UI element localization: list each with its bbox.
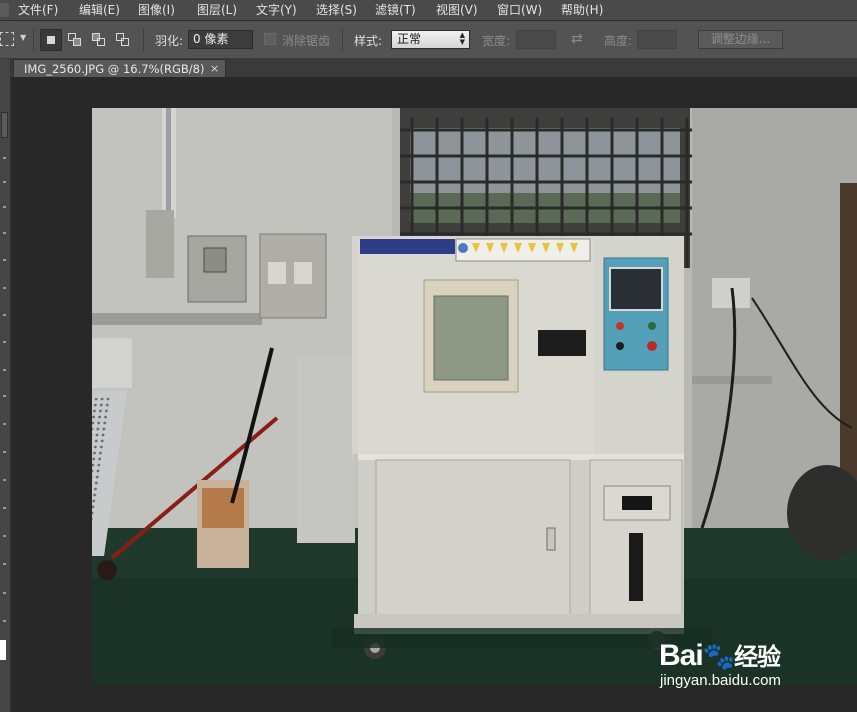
antialias-checkbox[interactable] <box>264 33 276 45</box>
height-input[interactable] <box>637 30 677 49</box>
watermark-brand-right: 经验 <box>734 644 781 671</box>
tool-button[interactable] <box>3 535 6 537</box>
tool-button[interactable] <box>3 259 6 261</box>
width-label: 宽度: <box>482 34 511 48</box>
document-tab[interactable]: IMG_2560.JPG @ 16.7%(RGB/8) × <box>13 59 226 77</box>
menu-help[interactable]: 帮助(H) <box>561 2 603 18</box>
tool-button[interactable] <box>3 369 6 371</box>
tool-button[interactable] <box>3 287 6 289</box>
menu-select[interactable]: 选择(S) <box>316 2 357 18</box>
tool-button[interactable] <box>3 314 6 316</box>
divider <box>33 29 34 51</box>
tools-panel <box>0 59 11 712</box>
subtract-selection-icon <box>92 33 106 47</box>
menu-file[interactable]: 文件(F) <box>18 2 58 18</box>
document-image[interactable] <box>92 108 857 685</box>
tool-button[interactable] <box>3 479 6 481</box>
intersect-selection-icon <box>116 33 130 47</box>
style-select-value: 正常 <box>397 32 422 46</box>
divider <box>342 29 343 51</box>
new-selection-icon <box>45 34 57 46</box>
paw-icon: 🐾 <box>702 641 735 671</box>
height-label: 高度: <box>604 34 633 48</box>
add-to-selection-button[interactable] <box>64 29 86 51</box>
style-label: 样式: <box>354 34 383 48</box>
document-tab-title: IMG_2560.JPG @ 16.7%(RGB/8) <box>24 62 205 76</box>
tool-button[interactable] <box>3 620 6 622</box>
menu-type[interactable]: 文字(Y) <box>256 2 297 18</box>
tool-button[interactable] <box>3 423 6 425</box>
menu-window[interactable]: 窗口(W) <box>497 2 542 18</box>
feather-label: 羽化: <box>155 34 184 48</box>
tool-button[interactable] <box>3 592 6 594</box>
watermark-url: jingyan.baidu.com <box>660 672 781 689</box>
updown-arrows-icon: ▲ ▼ <box>459 31 465 46</box>
tool-button[interactable] <box>3 395 6 397</box>
new-selection-button[interactable] <box>40 29 62 51</box>
feather-input[interactable]: 0 像素 <box>188 30 253 49</box>
canvas-area[interactable]: Bai🐾经验 jingyan.baidu.com <box>11 77 857 712</box>
app-logo-icon[interactable] <box>0 3 9 17</box>
tool-button[interactable] <box>1 112 8 138</box>
tool-button[interactable] <box>3 181 6 183</box>
tool-button[interactable] <box>3 157 6 159</box>
document-tab-bar: IMG_2560.JPG @ 16.7%(RGB/8) × <box>11 59 857 77</box>
tool-button[interactable] <box>3 563 6 565</box>
menu-bar: 文件(F) 编辑(E) 图像(I) 图层(L) 文字(Y) 选择(S) 滤镜(T… <box>0 0 857 21</box>
intersect-selection-button[interactable] <box>112 29 134 51</box>
foreground-color-swatch[interactable] <box>0 640 6 660</box>
close-icon[interactable]: × <box>210 61 219 77</box>
menu-edit[interactable]: 编辑(E) <box>79 2 120 18</box>
watermark-brand: Bai🐾经验 <box>659 637 781 673</box>
style-select[interactable]: 正常 ▲ ▼ <box>391 30 470 49</box>
menu-filter[interactable]: 滤镜(T) <box>375 2 416 18</box>
swap-width-height-icon[interactable]: ⇄ <box>571 31 583 47</box>
refine-edge-button[interactable]: 调整边缘... <box>698 30 783 49</box>
divider <box>143 29 144 51</box>
menu-image[interactable]: 图像(I) <box>138 2 175 18</box>
options-bar: ▼ 羽化: 0 像素 消除锯齿 样式: 正常 ▲ ▼ 宽度: ⇄ 高度: 调整边缘… <box>0 21 857 59</box>
antialias-label: 消除锯齿 <box>282 34 331 48</box>
width-input[interactable] <box>516 30 556 49</box>
add-selection-icon <box>68 33 82 47</box>
tool-button[interactable] <box>3 232 6 234</box>
menu-view[interactable]: 视图(V) <box>436 2 478 18</box>
tool-button[interactable] <box>3 341 6 343</box>
tool-button[interactable] <box>3 507 6 509</box>
marquee-tool-preset-icon[interactable] <box>0 32 14 46</box>
tool-button[interactable] <box>3 206 6 208</box>
menu-layer[interactable]: 图层(L) <box>197 2 237 18</box>
watermark-brand-left: Bai <box>659 639 704 672</box>
tool-button[interactable] <box>3 451 6 453</box>
subtract-from-selection-button[interactable] <box>88 29 110 51</box>
chevron-down-icon[interactable]: ▼ <box>20 33 26 42</box>
